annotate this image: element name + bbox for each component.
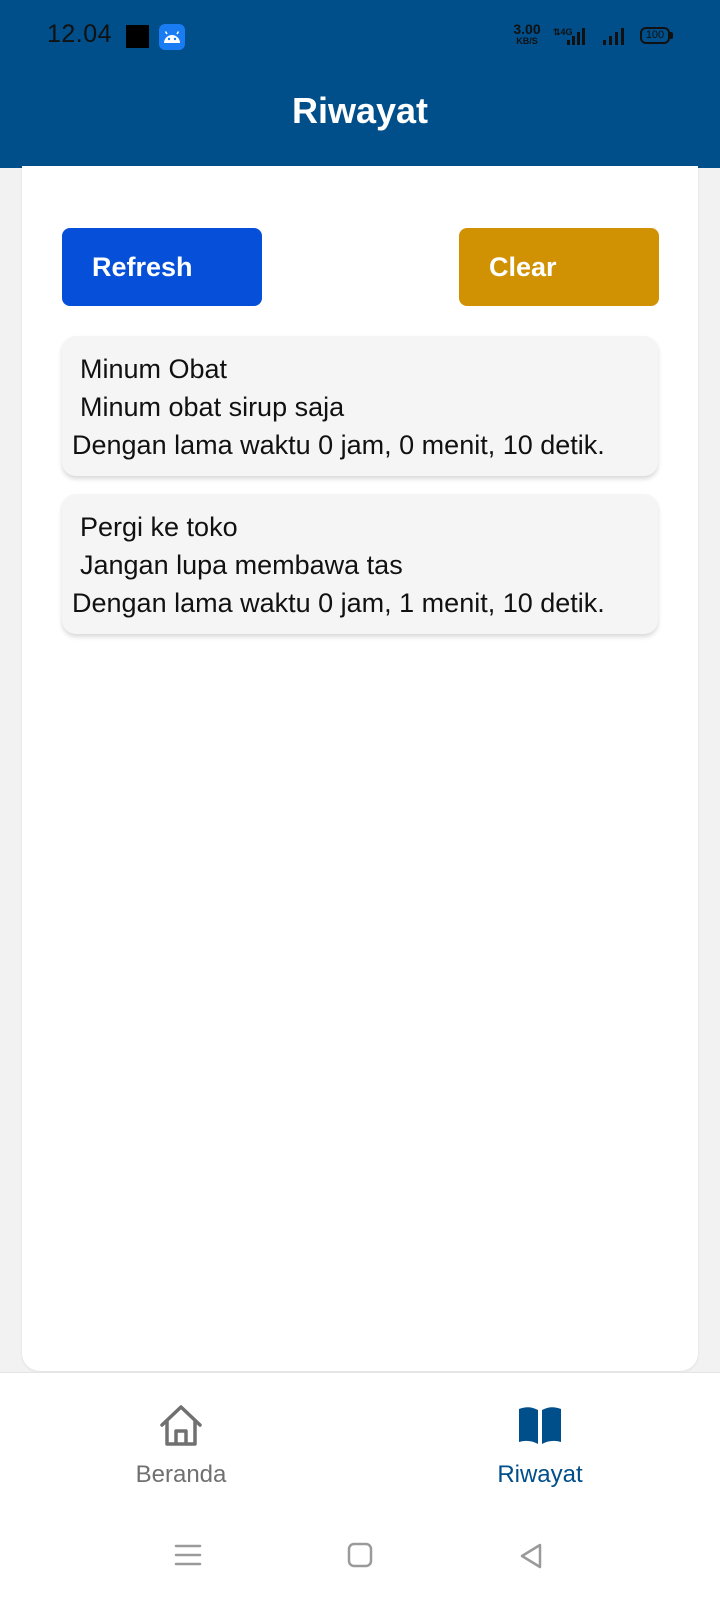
home-square-icon[interactable] [347, 1542, 373, 1568]
book-icon [519, 1407, 561, 1444]
history-item-title: Minum Obat [80, 354, 228, 384]
page-title: Riwayat [291, 90, 429, 131]
history-item-title: Pergi ke toko [80, 512, 238, 542]
history-item-duration: Dengan lama waktu 0 jam, 1 menit, 10 det… [72, 588, 605, 618]
history-item[interactable]: Minum Obat Minum obat sirup saja Dengan … [62, 336, 658, 476]
status-time: 12.04 [47, 20, 113, 48]
signal-4g-icon: ⇅4G [553, 25, 589, 52]
home-icon [160, 1405, 202, 1446]
network-speed: 3.00 KB/S [510, 22, 544, 46]
history-item-note: Minum obat sirup saja [80, 392, 345, 422]
nav-label-riwayat: Riwayat [497, 1461, 583, 1488]
battery-icon: 100 [640, 27, 673, 44]
system-navigation-bar [0, 1500, 720, 1600]
network-speed-value: 3.00 [513, 21, 541, 37]
clear-button[interactable]: Clear [459, 228, 659, 306]
network-speed-unit: KB/S [516, 36, 538, 46]
menu-icon[interactable] [174, 1542, 202, 1568]
nav-item-riwayat[interactable]: Riwayat [440, 1373, 640, 1501]
history-card: Refresh Clear Minum Obat Minum obat siru… [22, 166, 698, 1371]
android-app-icon [159, 24, 185, 50]
svg-text:⇅4G: ⇅4G [553, 27, 573, 37]
notification-square-icon [126, 25, 149, 48]
refresh-button[interactable]: Refresh [62, 228, 262, 306]
back-icon[interactable] [518, 1542, 544, 1570]
nav-label-beranda: Beranda [135, 1461, 227, 1488]
app-header: 12.04 3.00 KB/S ⇅4G 100 Riwayat [0, 0, 720, 168]
history-item-note: Jangan lupa membawa tas [80, 550, 403, 580]
history-item[interactable]: Pergi ke toko Jangan lupa membawa tas De… [62, 494, 658, 634]
history-item-duration: Dengan lama waktu 0 jam, 0 menit, 10 det… [72, 430, 605, 460]
history-list: Minum Obat Minum obat sirup saja Dengan … [62, 336, 658, 652]
nav-item-beranda[interactable]: Beranda [81, 1373, 281, 1501]
signal-strength-icon [601, 25, 627, 52]
bottom-navigation: Beranda Riwayat [0, 1372, 720, 1501]
